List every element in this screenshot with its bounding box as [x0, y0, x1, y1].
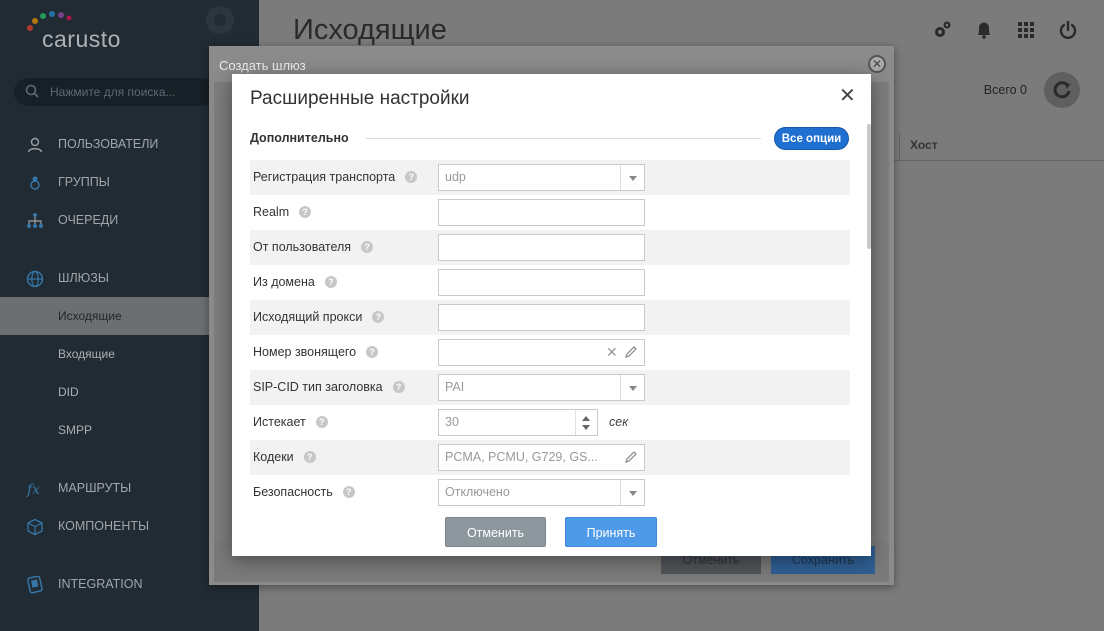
from-user-input[interactable]	[438, 234, 645, 261]
help-icon[interactable]: ?	[299, 205, 312, 218]
dialog-scrollbar[interactable]	[867, 124, 871, 249]
expires-unit: сек	[609, 415, 629, 429]
integration-icon	[27, 576, 43, 594]
chevron-up-icon[interactable]	[582, 416, 590, 421]
user-icon	[27, 137, 43, 153]
field-row-outbound-proxy: Исходящий прокси?	[250, 300, 850, 335]
dialog-accept-button[interactable]: Принять	[565, 517, 657, 547]
top-toolbar	[932, 20, 1078, 40]
close-icon[interactable]: ✕	[839, 86, 856, 106]
field-label: Номер звонящего	[253, 345, 357, 359]
outbound-proxy-input[interactable]	[438, 304, 645, 331]
codecs-input[interactable]: PCMA, PCMU, G729, GS...	[438, 444, 645, 471]
expires-stepper[interactable]: 30	[438, 409, 598, 436]
clear-icon[interactable]: ✕	[606, 345, 618, 359]
transport-select[interactable]: udp	[438, 164, 645, 191]
field-label: Исходящий прокси	[253, 310, 363, 324]
field-label: Истекает	[253, 415, 306, 429]
chevron-down-icon	[620, 480, 644, 505]
page-title: Исходящие	[293, 14, 447, 46]
globe-icon	[26, 270, 44, 288]
dialog-title: Расширенные настройки	[250, 88, 470, 109]
field-label: Безопасность	[253, 485, 333, 499]
refresh-button[interactable]	[1044, 72, 1080, 108]
power-icon[interactable]	[1058, 20, 1078, 40]
field-row-codecs: Кодеки? PCMA, PCMU, G729, GS...	[250, 440, 850, 475]
pencil-icon[interactable]	[624, 345, 638, 359]
field-row-security: Безопасность? Отключено	[250, 475, 850, 510]
from-domain-input[interactable]	[438, 269, 645, 296]
help-icon[interactable]: ?	[392, 380, 405, 393]
help-icon[interactable]: ?	[324, 275, 337, 288]
create-gateway-title: Создать шлюз	[219, 58, 306, 73]
field-label: Из домена	[253, 275, 315, 289]
help-icon[interactable]: ?	[315, 415, 328, 428]
help-icon[interactable]: ?	[342, 485, 355, 498]
bell-icon[interactable]	[974, 20, 994, 40]
field-label: Кодеки	[253, 450, 294, 464]
help-icon[interactable]: ?	[405, 170, 418, 183]
fx-icon: fx	[26, 482, 40, 498]
help-icon[interactable]: ?	[366, 345, 379, 358]
chevron-down-icon[interactable]	[582, 425, 590, 430]
field-row-caller-number: Номер звонящего? ✕	[250, 335, 850, 370]
total-count: Всего 0	[983, 83, 1027, 97]
field-label: Realm	[253, 205, 290, 219]
column-header-host[interactable]: Хост	[910, 138, 938, 152]
gears-icon[interactable]	[932, 20, 952, 40]
search-placeholder: Нажмите для поиска...	[50, 85, 176, 99]
refresh-icon	[1053, 81, 1071, 99]
advanced-settings-dialog: Расширенные настройки ✕ Дополнительно Вс…	[232, 74, 871, 556]
field-row-expires: Истекает? 30 сек	[250, 405, 850, 440]
gear-icon	[200, 0, 238, 38]
help-icon[interactable]: ?	[361, 240, 374, 253]
groups-icon	[30, 176, 40, 190]
security-select[interactable]: Отключено	[438, 479, 645, 506]
search-icon	[25, 84, 39, 98]
field-row-realm: Realm?	[250, 195, 850, 230]
field-label: От пользователя	[253, 240, 352, 254]
svg-text:fx: fx	[26, 482, 40, 498]
close-icon[interactable]: ✕	[868, 55, 886, 73]
chevron-down-icon	[620, 375, 644, 400]
field-row-sip-cid-header: SIP-CID тип заголовка? PAI	[250, 370, 850, 405]
realm-input[interactable]	[438, 199, 645, 226]
column-separator	[899, 134, 900, 160]
field-row-from-user: От пользователя?	[250, 230, 850, 265]
spinner[interactable]	[575, 410, 597, 435]
chevron-down-icon	[620, 165, 644, 190]
logo-text: carusto	[42, 26, 121, 52]
sip-cid-header-select[interactable]: PAI	[438, 374, 645, 401]
dialog-cancel-button[interactable]: Отменить	[445, 517, 546, 547]
field-row-transport: Регистрация транспорта? udp	[250, 160, 850, 195]
all-options-button[interactable]: Все опции	[774, 127, 849, 150]
field-label: Регистрация транспорта	[253, 170, 396, 184]
apps-grid-icon[interactable]	[1016, 20, 1036, 40]
help-icon[interactable]: ?	[372, 310, 385, 323]
field-label: SIP-CID тип заголовка	[253, 380, 383, 394]
section-title: Дополнительно	[250, 131, 349, 145]
cube-icon	[27, 518, 43, 536]
section-divider	[366, 138, 761, 139]
caller-number-input[interactable]: ✕	[438, 339, 645, 366]
queues-icon	[27, 213, 43, 228]
help-icon[interactable]: ?	[303, 450, 316, 463]
field-row-from-domain: Из домена?	[250, 265, 850, 300]
table-header-divider	[890, 160, 1104, 161]
pencil-icon[interactable]	[624, 450, 638, 464]
